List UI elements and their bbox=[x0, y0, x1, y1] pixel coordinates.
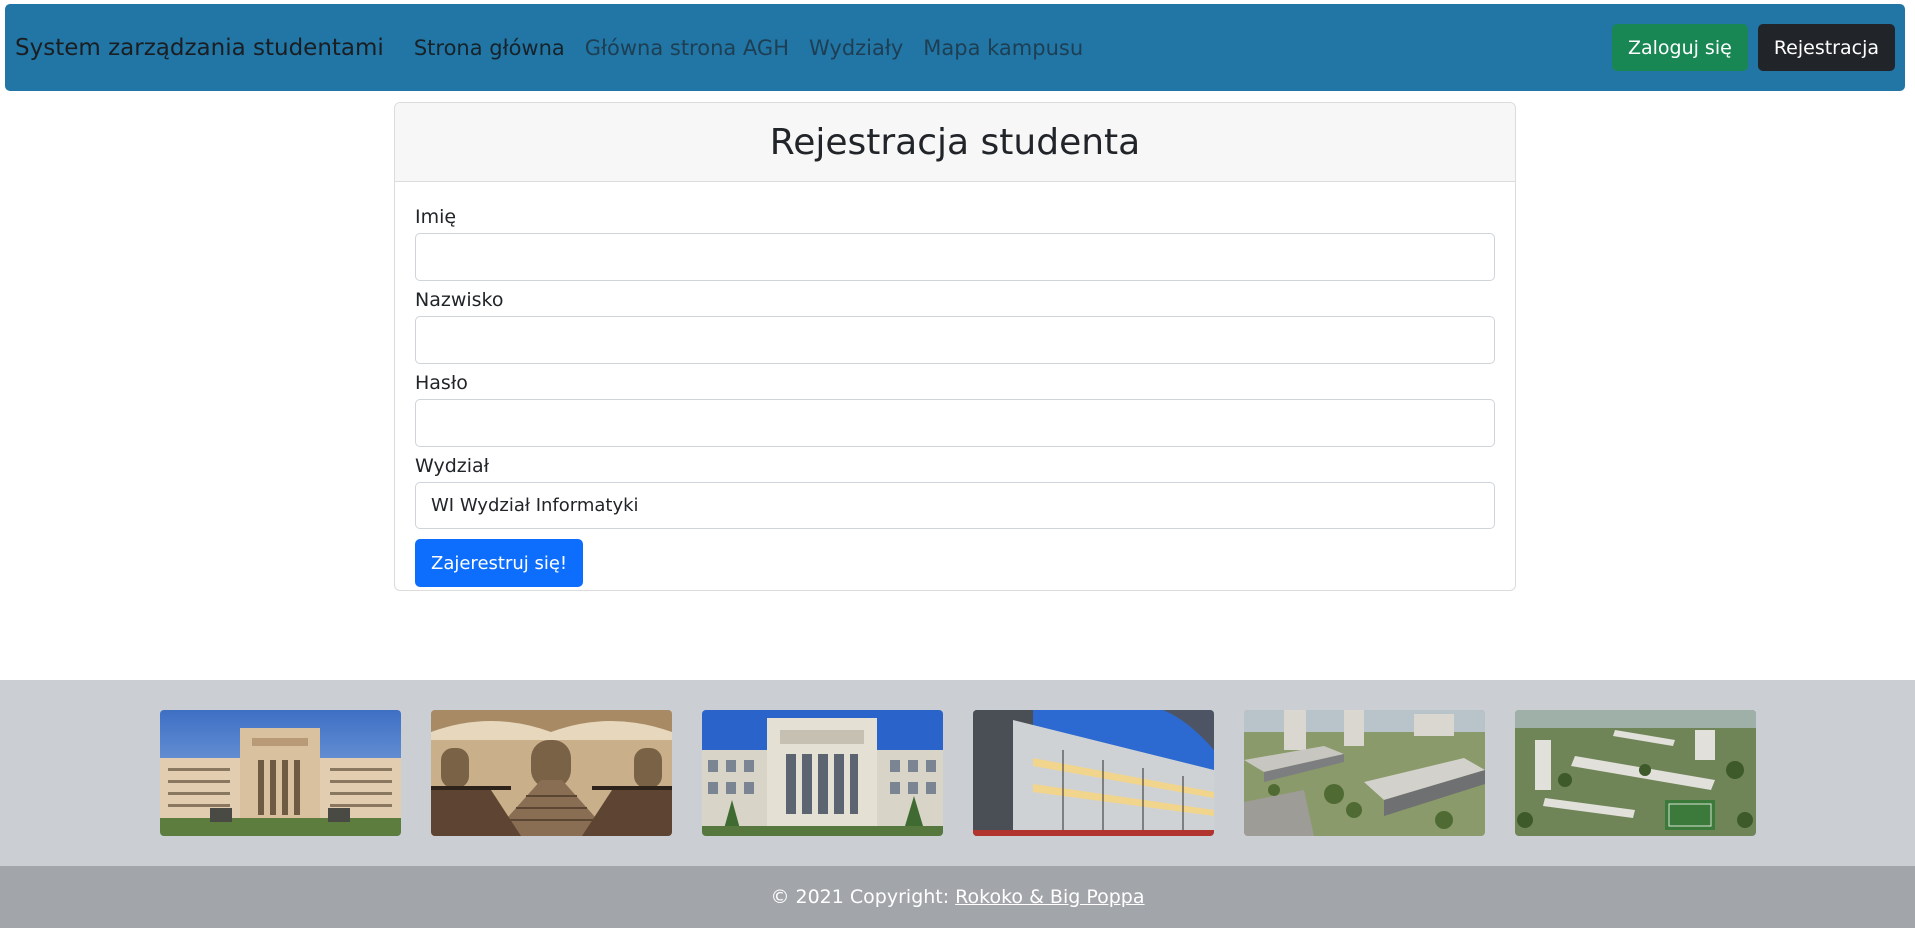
copyright-text: © 2021 Copyright: bbox=[770, 886, 950, 908]
card-header: Rejestracja studenta bbox=[395, 103, 1515, 182]
last-name-label: Nazwisko bbox=[415, 289, 504, 311]
nav-link-home[interactable]: Strona główna bbox=[414, 36, 565, 60]
campus-aerial-photo bbox=[1514, 710, 1756, 836]
faculty-select[interactable]: WI Wydział Informatyki bbox=[415, 482, 1495, 529]
authors-link[interactable]: Rokoko & Big Poppa bbox=[955, 886, 1144, 908]
navbar: System zarządzania studentami Strona głó… bbox=[5, 4, 1905, 91]
nav-link-campus-map[interactable]: Mapa kampusu bbox=[923, 36, 1083, 60]
password-input[interactable] bbox=[415, 399, 1495, 447]
last-name-input[interactable] bbox=[415, 316, 1495, 364]
password-label: Hasło bbox=[415, 372, 468, 394]
nav-link-agh-main[interactable]: Główna strona AGH bbox=[585, 36, 789, 60]
nav-actions: Zaloguj się Rejestracja bbox=[1611, 24, 1895, 71]
register-button[interactable]: Rejestracja bbox=[1757, 24, 1895, 71]
agh-facade-photo bbox=[701, 710, 943, 836]
page-title: Rejestracja studenta bbox=[769, 121, 1141, 163]
nav-links: Strona główna Główna strona AGH Wydziały… bbox=[414, 36, 1083, 60]
image-gallery bbox=[0, 680, 1915, 866]
faculty-selected-value: WI Wydział Informatyki bbox=[431, 495, 639, 516]
nav-link-faculties[interactable]: Wydziały bbox=[809, 36, 903, 60]
modern-building-photo bbox=[972, 710, 1214, 836]
agh-staircase-photo bbox=[430, 710, 672, 836]
first-name-label: Imię bbox=[415, 206, 457, 228]
campus-dormitories-photo bbox=[1243, 710, 1485, 836]
submit-button[interactable]: Zajerestruj się! bbox=[415, 539, 584, 587]
login-button[interactable]: Zaloguj się bbox=[1611, 24, 1748, 71]
faculty-label: Wydział bbox=[415, 455, 490, 477]
footer: © 2021 Copyright: Rokoko & Big Poppa bbox=[0, 866, 1915, 928]
registration-form: Imię Nazwisko Hasło Wydział WI Wydział I… bbox=[395, 182, 1515, 587]
registration-card: Rejestracja studenta Imię Nazwisko Hasło… bbox=[394, 102, 1516, 591]
navbar-brand[interactable]: System zarządzania studentami bbox=[15, 35, 384, 61]
first-name-input[interactable] bbox=[415, 233, 1495, 281]
agh-main-building-photo bbox=[159, 710, 401, 836]
